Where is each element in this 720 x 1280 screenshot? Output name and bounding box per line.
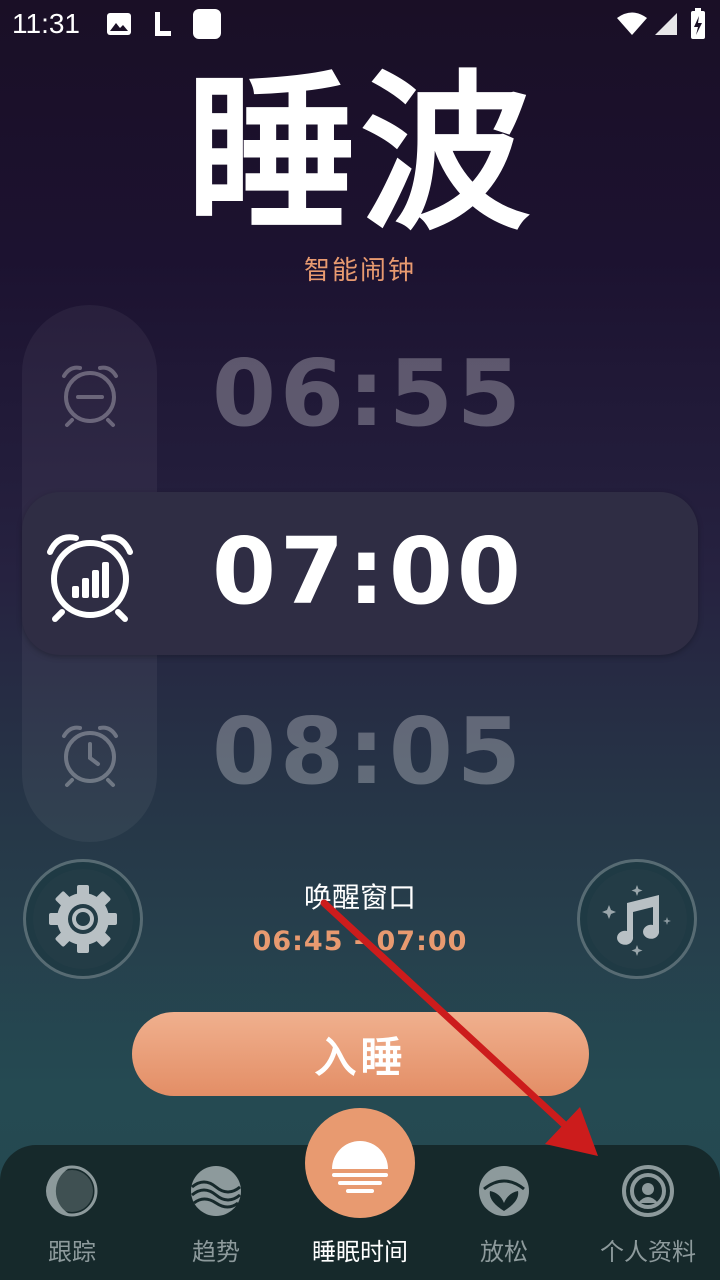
sunset-icon	[332, 1141, 388, 1193]
wake-window-range[interactable]: 06:45 - 07:00	[0, 926, 720, 957]
wake-window-label: 唤醒窗口	[303, 881, 416, 914]
nav-item-tracking[interactable]: 跟踪	[0, 1145, 144, 1280]
status-time: 11:31	[12, 8, 80, 39]
nav-item-relax[interactable]: 放松	[432, 1145, 576, 1280]
sleep-time-nav-button[interactable]	[305, 1108, 415, 1218]
profile-icon	[622, 1165, 674, 1217]
nav-item-trends[interactable]: 趋势	[144, 1145, 288, 1280]
image-notification-icon	[107, 13, 131, 35]
app-title: 睡波	[185, 56, 534, 254]
nav-label-sleep-time: 睡眠时间	[312, 1238, 408, 1266]
wifi-icon	[617, 12, 647, 35]
nav-label-profile: 个人资料	[600, 1238, 696, 1266]
battery-icon	[691, 8, 705, 39]
signal-icon	[655, 13, 677, 35]
moon-icon	[46, 1165, 98, 1217]
alarm-smart-icon[interactable]	[44, 530, 136, 622]
waves-icon	[191, 1166, 241, 1216]
launcher-notification-icon	[155, 12, 171, 36]
nav-item-profile[interactable]: 个人资料	[576, 1145, 720, 1280]
alarm-clock-icon[interactable]	[58, 722, 122, 788]
nav-label-tracking: 跟踪	[48, 1238, 96, 1266]
relax-icon	[479, 1166, 529, 1216]
app-subtitle: 智能闹钟	[303, 256, 416, 286]
alarm-time-0[interactable]: 06:55	[212, 348, 525, 440]
alarm-minus-icon[interactable]	[58, 362, 122, 428]
app-notification-icon	[193, 9, 221, 39]
nav-label-trends: 趋势	[192, 1238, 240, 1266]
sleep-button[interactable]: 入睡	[132, 1012, 589, 1096]
status-bar: 11:31	[0, 0, 720, 50]
nav-label-relax: 放松	[480, 1238, 528, 1266]
alarm-time-2[interactable]: 08:05	[212, 706, 525, 798]
alarm-time-1[interactable]: 07:00	[212, 526, 525, 618]
